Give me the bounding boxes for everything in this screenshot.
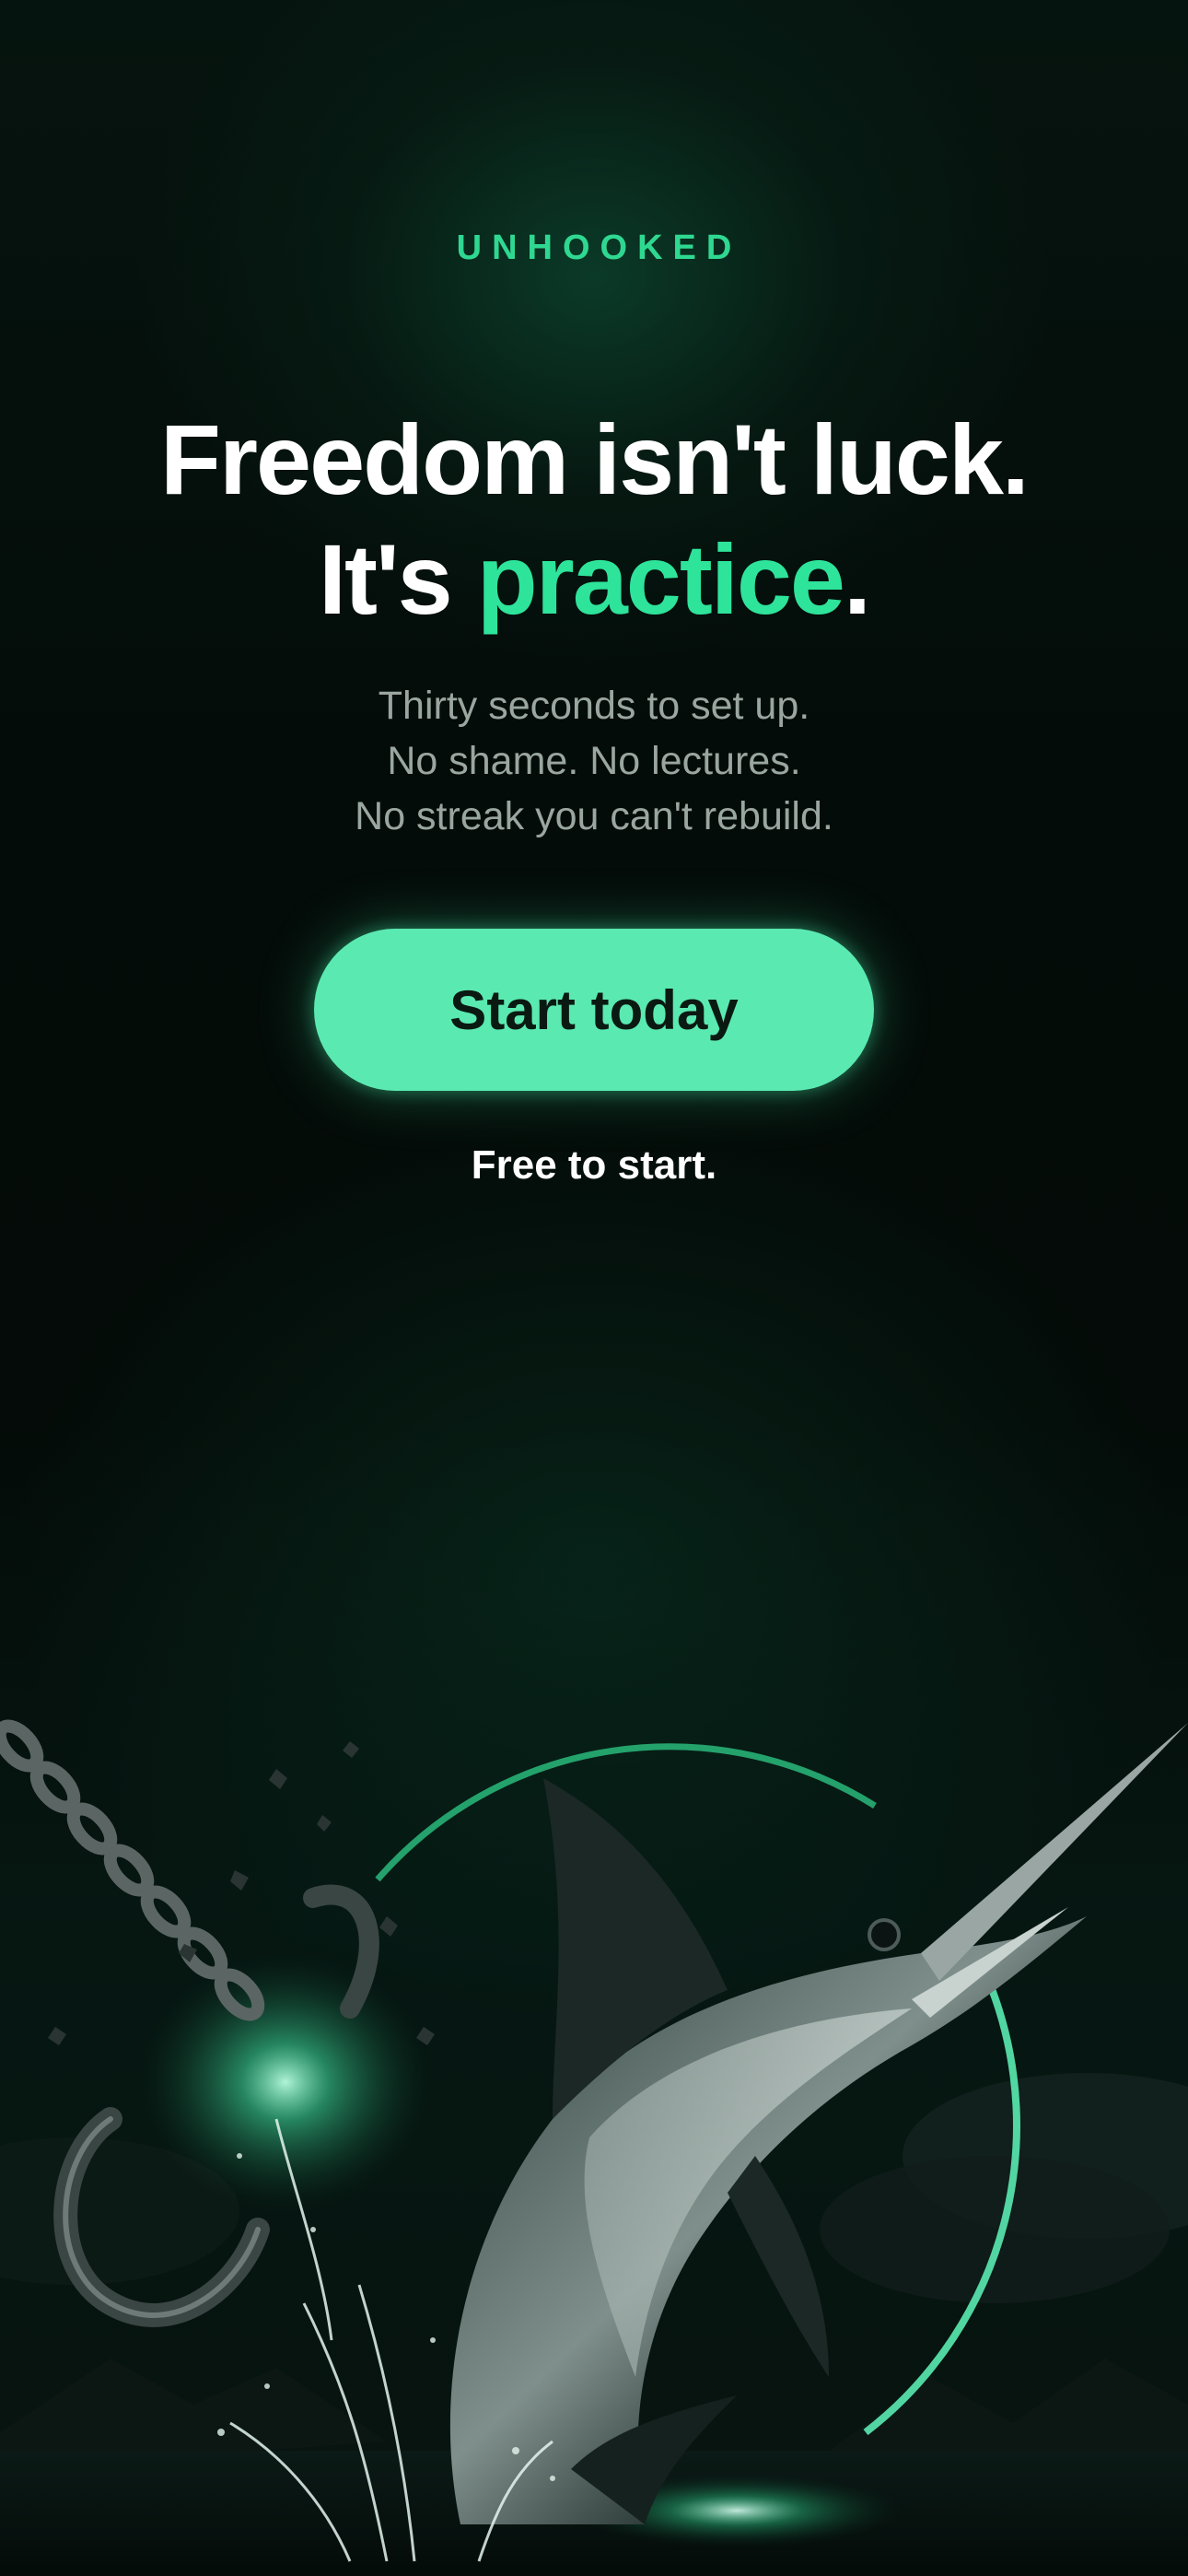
headline-line-2-suffix: . bbox=[843, 523, 871, 635]
onboarding-screen: UNHOOKED Freedom isn't luck. It's practi… bbox=[0, 0, 1188, 2576]
free-to-start-note: Free to start. bbox=[471, 1142, 717, 1188]
headline-accent-word: practice bbox=[476, 523, 845, 635]
broken-chain-icon bbox=[0, 1719, 265, 2021]
subtitle: Thirty seconds to set up. No shame. No l… bbox=[0, 678, 1188, 844]
splash-glow bbox=[138, 1953, 433, 2211]
headline-line-2-prefix: It's bbox=[319, 523, 477, 635]
marlin-illustration bbox=[0, 1719, 1188, 2576]
headline-line-2: It's practice. bbox=[0, 520, 1188, 639]
brand-wordmark: UNHOOKED bbox=[456, 228, 742, 267]
subtitle-line: No shame. No lectures. bbox=[387, 739, 801, 783]
cloud-shape bbox=[820, 2156, 1170, 2303]
marlin-eye bbox=[868, 1918, 901, 1951]
headline: Freedom isn't luck. It's practice. bbox=[0, 400, 1188, 639]
start-today-button[interactable]: Start today bbox=[314, 929, 874, 1091]
subtitle-line: Thirty seconds to set up. bbox=[378, 684, 810, 728]
subtitle-line: No streak you can't rebuild. bbox=[355, 794, 833, 838]
headline-line-1: Freedom isn't luck. bbox=[160, 404, 1030, 515]
marlin-pectoral-fin bbox=[728, 2156, 829, 2377]
